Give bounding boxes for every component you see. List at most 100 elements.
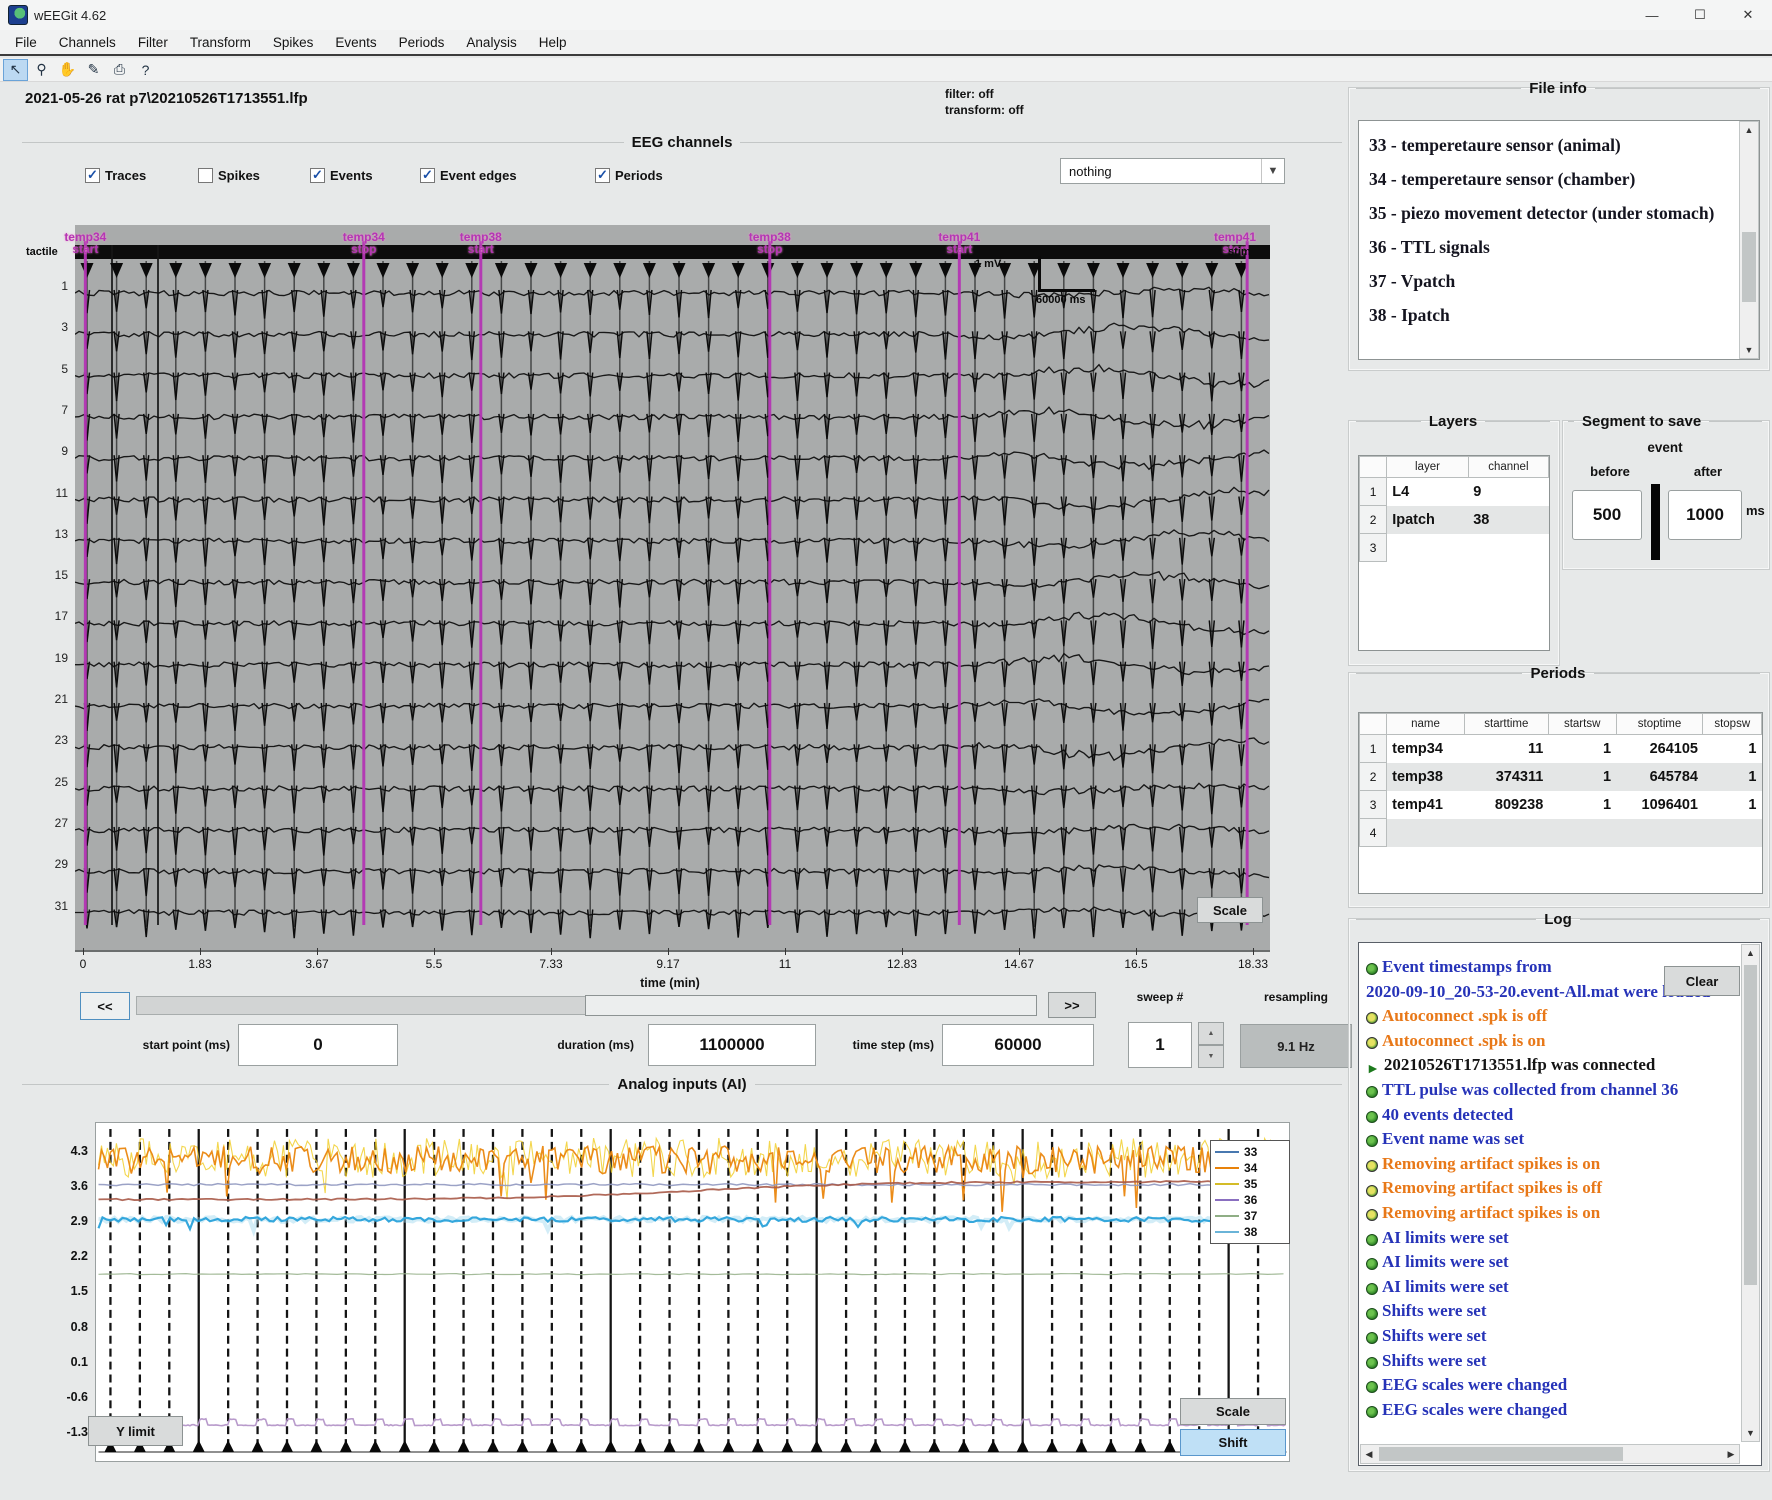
menu-transform[interactable]: Transform bbox=[179, 35, 262, 50]
layers-row[interactable]: 1L49 bbox=[1360, 478, 1549, 506]
print-tool-icon[interactable]: ⎙ bbox=[107, 59, 132, 81]
toolbar: ↖⚲✋✎⎙? bbox=[0, 58, 1772, 82]
annotate-tool-icon[interactable]: ✎ bbox=[81, 59, 106, 81]
param-field-start[interactable]: 0 bbox=[238, 1024, 398, 1066]
menu-file[interactable]: File bbox=[4, 35, 48, 50]
file-info-list[interactable]: 33 - temperetaure sensor (animal)34 - te… bbox=[1358, 120, 1760, 360]
ai-y-tick-label: 0.8 bbox=[44, 1320, 88, 1334]
segment-title: Segment to save bbox=[1582, 413, 1701, 430]
time-scale-label: 60000 ms bbox=[1036, 294, 1086, 306]
periods-row[interactable]: 3temp41809238110964011 bbox=[1360, 791, 1762, 819]
file-info-scrollbar[interactable]: ▲ ▼ bbox=[1739, 121, 1759, 359]
zoom-tool-icon[interactable]: ⚲ bbox=[29, 59, 54, 81]
layers-row[interactable]: 3 bbox=[1360, 534, 1549, 562]
ai-legend-label: 36 bbox=[1244, 1193, 1257, 1207]
periods-row[interactable]: 2temp3837431116457841 bbox=[1360, 763, 1762, 791]
periods-cell bbox=[1703, 819, 1762, 847]
periods-row[interactable]: 4 bbox=[1360, 819, 1762, 847]
menu-channels[interactable]: Channels bbox=[48, 35, 127, 50]
layers-row[interactable]: 2Ipatch38 bbox=[1360, 506, 1549, 534]
log-bullet-icon bbox=[1366, 1381, 1378, 1393]
segment-after-label: after bbox=[1668, 464, 1748, 479]
sweep-number-field[interactable]: 1 bbox=[1128, 1022, 1192, 1068]
eeg-traces-canvas bbox=[75, 225, 1270, 950]
spinner-up-icon[interactable]: ▲ bbox=[1198, 1022, 1224, 1045]
log-pin-icon bbox=[1366, 1160, 1378, 1172]
x-tick-label: 9.17 bbox=[638, 957, 698, 971]
periods-header: stoptime bbox=[1616, 714, 1703, 735]
checkbox-events[interactable]: ✓Events bbox=[310, 166, 373, 184]
log-box[interactable]: Event timestamps from2020-09-10_20-53-20… bbox=[1358, 942, 1762, 1466]
scroll-up-icon[interactable]: ▲ bbox=[1740, 122, 1758, 138]
layers-cell bbox=[1387, 534, 1469, 562]
overlay-select-value: nothing bbox=[1061, 164, 1261, 179]
periods-table-wrap[interactable]: namestarttimestartswstoptimestopsw1temp3… bbox=[1358, 712, 1763, 894]
segment-after-field[interactable]: 1000 bbox=[1668, 490, 1742, 540]
log-entry: Removing artifact spikes is off bbox=[1359, 1178, 1761, 1203]
close-button[interactable]: ✕ bbox=[1724, 0, 1772, 30]
select-tool-icon[interactable]: ↖ bbox=[3, 59, 28, 81]
app-icon bbox=[8, 5, 28, 25]
ai-y-tick-label: -1.3 bbox=[44, 1425, 88, 1439]
log-bullet-icon bbox=[1366, 1234, 1378, 1246]
menu-spikes[interactable]: Spikes bbox=[262, 35, 325, 50]
scroll-right-icon[interactable]: ▶ bbox=[1723, 1445, 1739, 1463]
menu-help[interactable]: Help bbox=[528, 35, 578, 50]
overlay-select[interactable]: nothing ▼ bbox=[1060, 158, 1285, 184]
menu-events[interactable]: Events bbox=[324, 35, 387, 50]
row-number: 2 bbox=[1360, 506, 1387, 534]
log-bullet-icon bbox=[1366, 1086, 1378, 1098]
param-label: duration (ms) bbox=[486, 1038, 634, 1052]
x-tick-mark bbox=[551, 948, 552, 955]
checkbox-periods[interactable]: ✓Periods bbox=[595, 166, 663, 184]
periods-row[interactable]: 1temp341112641051 bbox=[1360, 735, 1762, 763]
ai-scale-button[interactable]: Scale bbox=[1180, 1398, 1286, 1425]
sweep-spinner[interactable]: ▲ ▼ bbox=[1198, 1022, 1224, 1068]
eeg-plot-area[interactable] bbox=[75, 225, 1270, 952]
param-field-duration[interactable]: 1100000 bbox=[648, 1024, 816, 1066]
period-edge: start bbox=[924, 243, 994, 255]
log-bullet-icon bbox=[1366, 963, 1378, 975]
minimize-button[interactable]: — bbox=[1628, 0, 1676, 30]
layers-cell: L4 bbox=[1387, 478, 1469, 506]
pan-tool-icon[interactable]: ✋ bbox=[55, 59, 80, 81]
log-entry-text: Shifts were set bbox=[1382, 1351, 1487, 1371]
row-number: 3 bbox=[1360, 534, 1387, 562]
eeg-scale-button[interactable]: Scale bbox=[1197, 897, 1263, 923]
maximize-button[interactable]: ☐ bbox=[1676, 0, 1724, 30]
help-tool-icon[interactable]: ? bbox=[133, 59, 158, 81]
segment-before-field[interactable]: 500 bbox=[1572, 490, 1642, 540]
checkbox-event-edges[interactable]: ✓Event edges bbox=[420, 166, 517, 184]
menu-periods[interactable]: Periods bbox=[388, 35, 456, 50]
menu-analysis[interactable]: Analysis bbox=[455, 35, 527, 50]
log-clear-button[interactable]: Clear bbox=[1664, 966, 1740, 996]
layers-table-wrap[interactable]: layerchannel1L492Ipatch383 bbox=[1358, 455, 1550, 651]
checkbox-spikes[interactable]: Spikes bbox=[198, 166, 260, 184]
ai-legend-line-icon bbox=[1215, 1151, 1239, 1153]
log-vscrollbar[interactable]: ▲ ▼ bbox=[1741, 944, 1760, 1442]
spinner-down-icon[interactable]: ▼ bbox=[1198, 1045, 1224, 1068]
time-scrollbar-thumb[interactable] bbox=[585, 995, 1037, 1016]
scroll-down-icon[interactable]: ▼ bbox=[1740, 342, 1758, 358]
voltage-scale-bar bbox=[1038, 256, 1041, 292]
ai-shift-button[interactable]: Shift bbox=[1180, 1429, 1286, 1456]
scroll-down-icon[interactable]: ▼ bbox=[1742, 1425, 1759, 1441]
y-limit-button[interactable]: Y limit bbox=[88, 1416, 183, 1446]
log-hscrollbar[interactable]: ◀ ▶ bbox=[1360, 1444, 1740, 1464]
file-info-item: 38 - Ipatch bbox=[1359, 299, 1759, 333]
log-bullet-icon bbox=[1366, 1357, 1378, 1369]
periods-cell: 1 bbox=[1548, 791, 1616, 819]
x-tick-mark bbox=[785, 948, 786, 955]
ai-plot-area[interactable] bbox=[95, 1122, 1290, 1462]
application-window: wEEGit 4.62 — ☐ ✕ FileChannelsFilterTran… bbox=[0, 0, 1772, 1500]
ai-y-tick-label: 1.5 bbox=[44, 1284, 88, 1298]
menu-filter[interactable]: Filter bbox=[127, 35, 179, 50]
page-back-button[interactable]: << bbox=[80, 992, 130, 1020]
periods-cell: 1 bbox=[1703, 791, 1762, 819]
scroll-left-icon[interactable]: ◀ bbox=[1361, 1445, 1377, 1463]
scroll-up-icon[interactable]: ▲ bbox=[1742, 945, 1759, 961]
x-tick-label: 3.67 bbox=[287, 957, 347, 971]
param-field-time[interactable]: 60000 bbox=[942, 1024, 1094, 1066]
page-forward-button[interactable]: >> bbox=[1048, 992, 1096, 1018]
checkbox-traces[interactable]: ✓Traces bbox=[85, 166, 146, 184]
